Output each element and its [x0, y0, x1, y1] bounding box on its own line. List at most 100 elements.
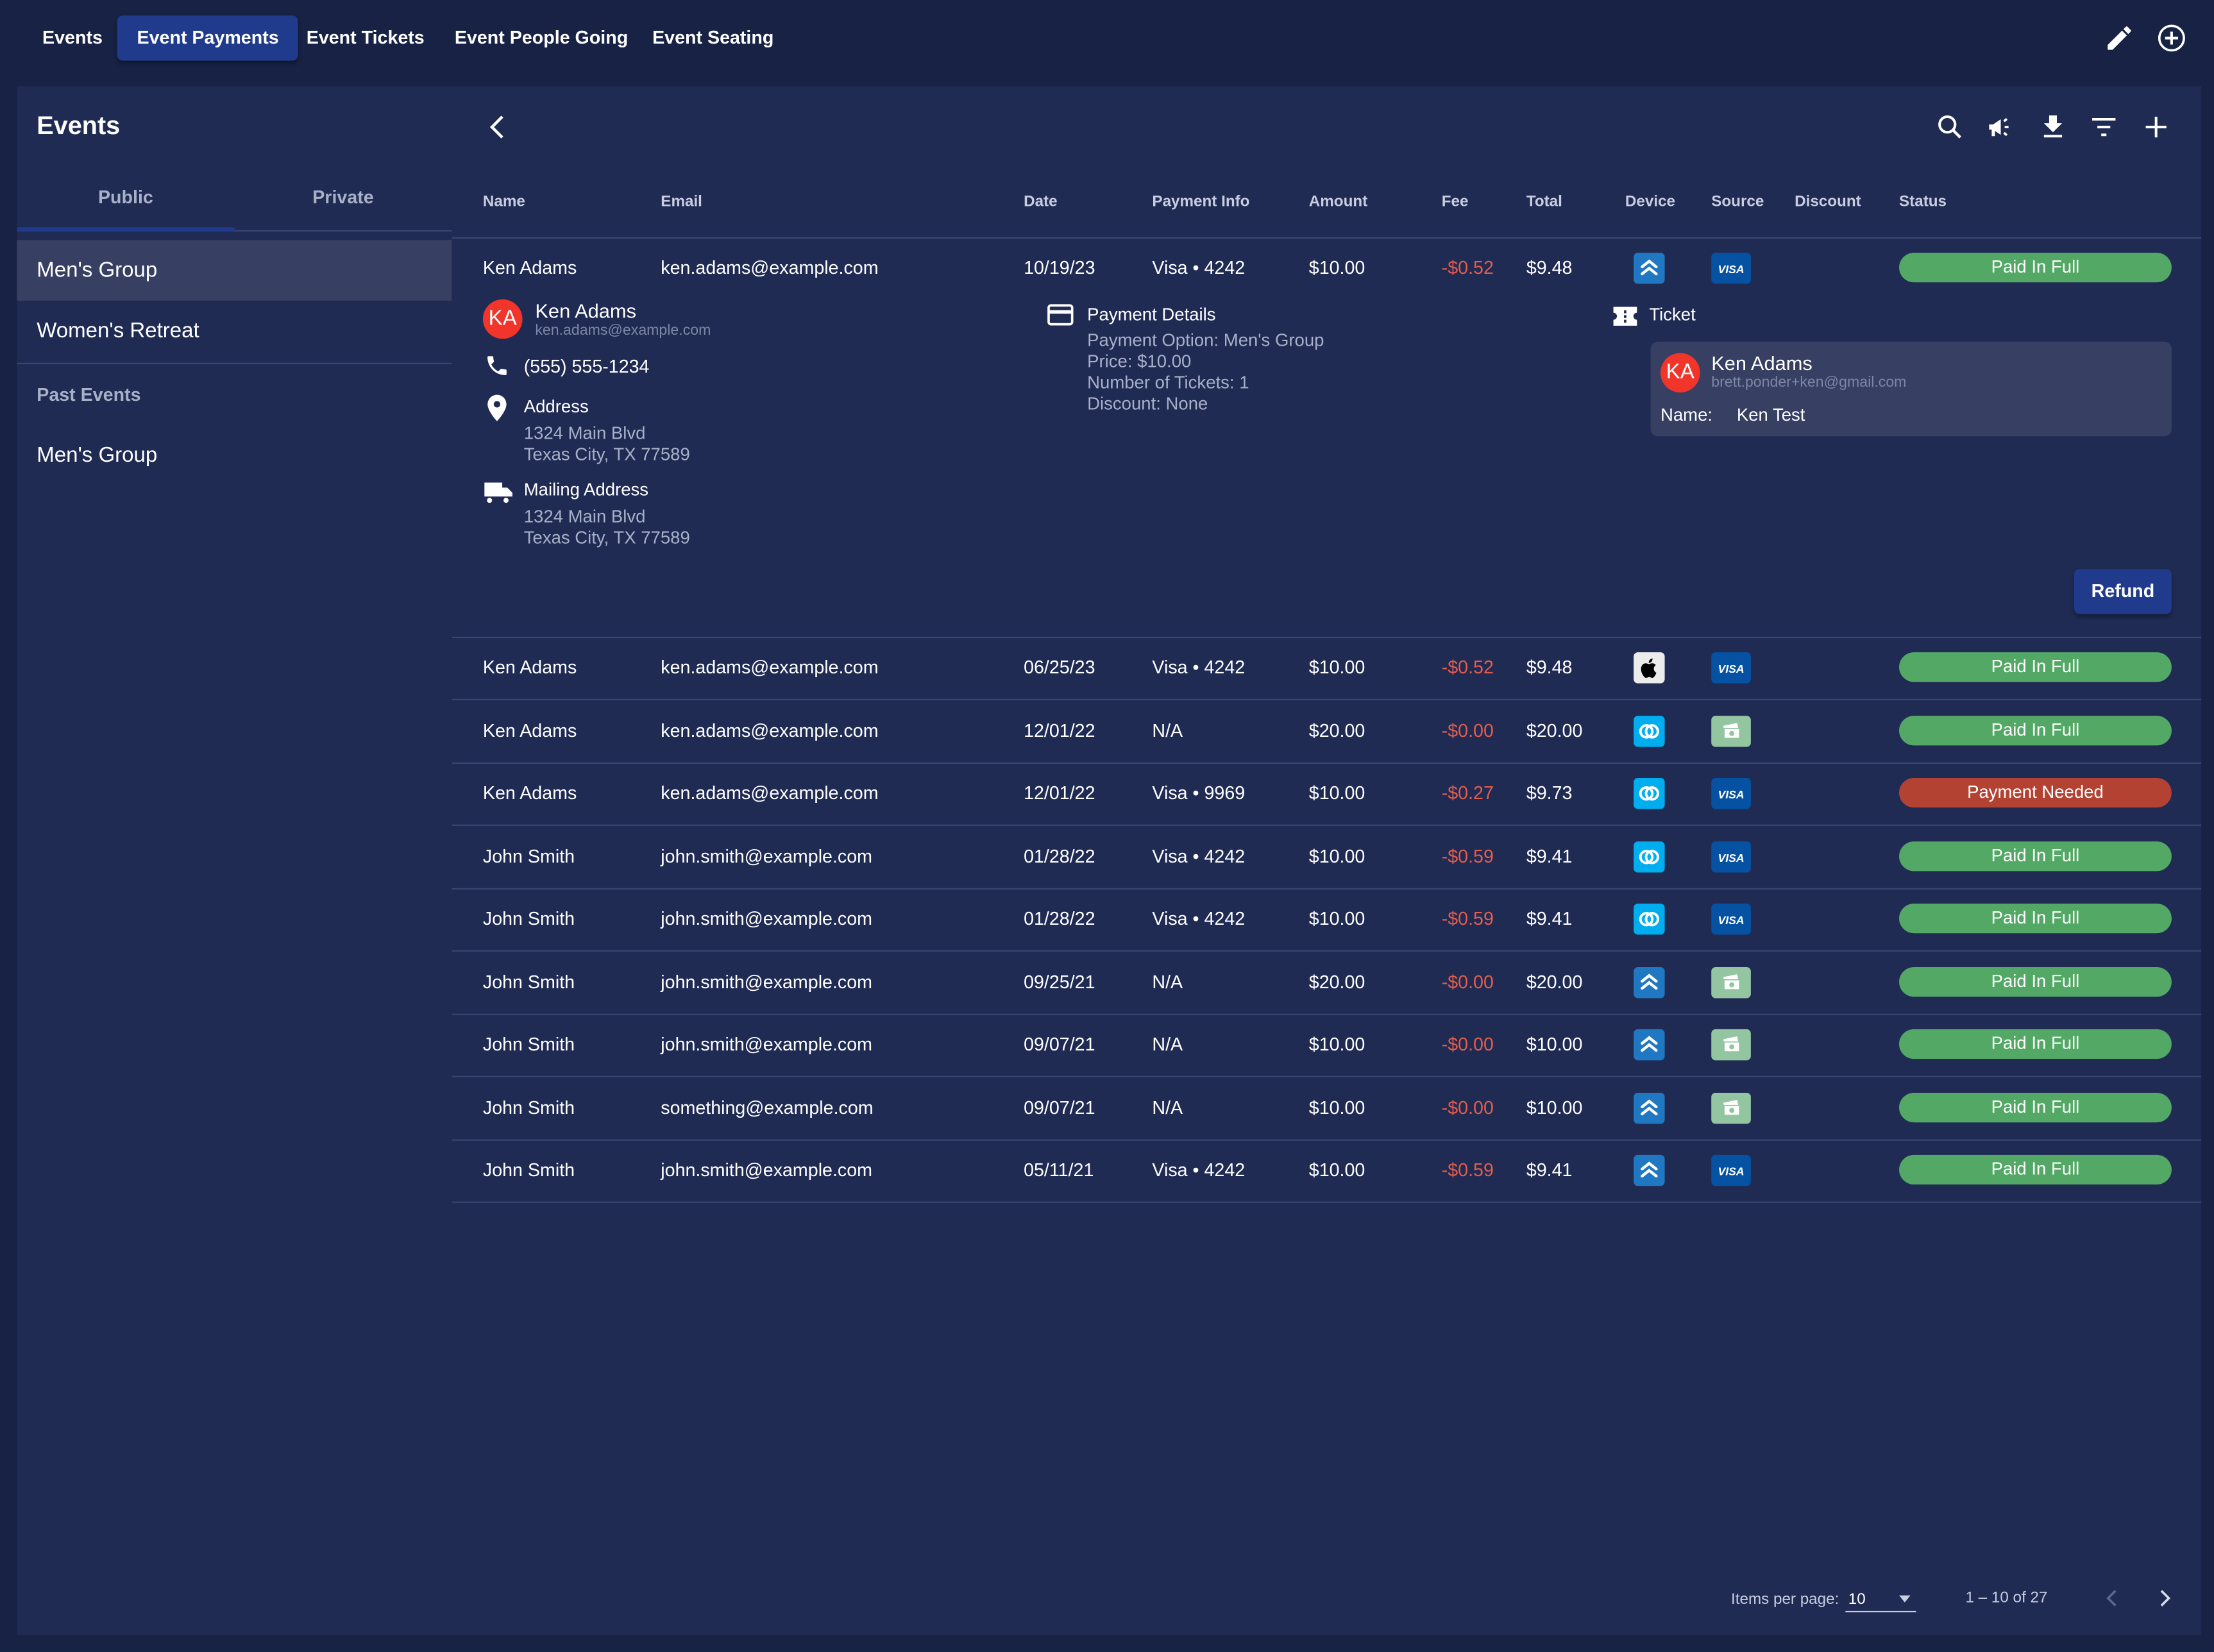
table-row[interactable]: John Smith john.smith@example.com 01/28/22…	[452, 826, 2202, 889]
add-circle-icon[interactable]	[2156, 22, 2187, 53]
cell-email: something@example.com	[661, 1097, 874, 1118]
table-row[interactable]: John Smith john.smith@example.com 05/11/21…	[452, 1140, 2202, 1203]
app-root: Events Event Payments Event Tickets Even…	[0, 0, 2214, 1652]
cell-fee: -$0.00	[1441, 971, 1494, 993]
column-device[interactable]: Device	[1625, 194, 1675, 210]
subtab-public[interactable]: Public	[17, 171, 235, 232]
status-badge: Paid In Full	[1899, 1154, 2172, 1185]
cell-payment-info: N/A	[1152, 720, 1183, 741]
payment-detail-discount: Discount: None	[1087, 394, 1208, 414]
column-email[interactable]: Email	[661, 194, 702, 210]
avatar: KA	[482, 299, 523, 339]
address-label: Address	[523, 396, 589, 417]
credit-card-icon	[1046, 302, 1074, 328]
column-amount[interactable]: Amount	[1309, 194, 1367, 210]
previous-page-icon[interactable]	[2100, 1585, 2125, 1611]
column-discount[interactable]: Discount	[1795, 194, 1861, 210]
cell-payment-info: Visa • 4242	[1152, 845, 1246, 867]
mailing-line2: Texas City, TX 77589	[523, 528, 690, 548]
cell-total: $10.00	[1526, 1097, 1583, 1118]
tab-event-people-going[interactable]: Event People Going	[435, 15, 648, 60]
sidebar-item-womens-retreat[interactable]: Women's Retreat	[17, 301, 452, 362]
ticket-name-value: Ken Test	[1736, 405, 1805, 425]
cell-date: 09/07/21	[1024, 1097, 1095, 1118]
next-page-icon[interactable]	[2152, 1585, 2177, 1611]
device-rings-icon	[1634, 903, 1665, 935]
mailing-line1: 1324 Main Blvd	[523, 507, 646, 527]
cell-name: John Smith	[482, 1159, 575, 1181]
table-row[interactable]: Ken Adams ken.adams@example.com 12/01/22 Vi…	[452, 763, 2202, 826]
truck-icon	[483, 480, 514, 506]
tab-event-payments[interactable]: Event Payments	[117, 15, 299, 61]
customer-phone[interactable]: (555) 555-1234	[524, 356, 650, 377]
subtab-private[interactable]: Private	[234, 171, 452, 227]
status-badge: Payment Needed	[1899, 778, 2172, 808]
cell-email: john.smith@example.com	[661, 1159, 873, 1181]
cell-payment-info: Visa • 4242	[1152, 1159, 1246, 1181]
pencil-icon[interactable]	[2104, 22, 2134, 53]
cell-date: 09/07/21	[1024, 1033, 1095, 1055]
table-row[interactable]: John Smith john.smith@example.com 09/25/21…	[452, 952, 2202, 1015]
cell-date: 01/28/22	[1024, 907, 1095, 929]
back-arrow-icon[interactable]	[483, 112, 514, 142]
expanded-row-details: KA Ken Adams ken.adams@example.com (555)…	[452, 237, 2202, 639]
device-web-icon	[1634, 1154, 1665, 1186]
column-source[interactable]: Source	[1711, 194, 1764, 210]
cell-name: John Smith	[482, 1033, 575, 1055]
cell-date: 01/28/22	[1024, 845, 1095, 867]
sidebar-divider	[17, 362, 452, 364]
cell-total: $9.73	[1526, 782, 1573, 804]
cell-email: ken.adams@example.com	[661, 782, 879, 804]
sidebar-title: Events	[37, 111, 121, 140]
items-per-page-select[interactable]: 10	[1845, 1583, 1916, 1613]
cell-total: $20.00	[1526, 720, 1583, 741]
page-range: 1 – 10 of 27	[1965, 1589, 2048, 1607]
tab-event-seating[interactable]: Event Seating	[632, 15, 793, 60]
cell-name: John Smith	[482, 907, 575, 929]
phone-icon	[484, 353, 510, 378]
sidebar-item-past-mens-group[interactable]: Men's Group	[17, 425, 452, 486]
device-rings-icon	[1634, 841, 1665, 873]
column-payment-info[interactable]: Payment Info	[1152, 194, 1249, 210]
cell-fee: -$0.00	[1441, 1097, 1494, 1118]
campaign-icon[interactable]	[1985, 112, 2016, 142]
table-row[interactable]: Ken Adams ken.adams@example.com 06/25/23 Vi…	[452, 637, 2202, 700]
filter-icon[interactable]	[2088, 112, 2119, 142]
cell-total: $20.00	[1526, 971, 1583, 993]
svg-text:VISA: VISA	[1718, 1165, 1744, 1178]
status-badge: Paid In Full	[1899, 1092, 2172, 1123]
source-visa-icon: VISA	[1711, 841, 1751, 873]
search-icon[interactable]	[1934, 112, 1965, 142]
tab-events[interactable]: Events	[22, 15, 123, 60]
cell-payment-info: Visa • 9969	[1152, 782, 1246, 804]
table-row[interactable]: John Smith john.smith@example.com 09/07/21…	[452, 1014, 2202, 1077]
refund-button[interactable]: Refund	[2074, 569, 2172, 614]
device-web-icon	[1634, 967, 1665, 999]
payments-panel: Name Email Date Payment Info Amount Fee …	[452, 86, 2202, 1635]
status-badge: Paid In Full	[1899, 967, 2172, 997]
table-row[interactable]: John Smith john.smith@example.com 01/28/22…	[452, 888, 2202, 952]
column-name[interactable]: Name	[483, 194, 525, 210]
cell-fee: -$0.59	[1441, 1159, 1494, 1181]
cell-fee: -$0.59	[1441, 907, 1494, 929]
cell-name: Ken Adams	[482, 720, 577, 741]
column-status[interactable]: Status	[1899, 194, 1947, 210]
column-date[interactable]: Date	[1024, 194, 1057, 210]
download-icon[interactable]	[2038, 112, 2068, 142]
column-fee[interactable]: Fee	[1442, 194, 1469, 210]
status-badge: Paid In Full	[1899, 903, 2172, 934]
table-row[interactable]: John Smith something@example.com 09/07/21 N…	[452, 1077, 2202, 1141]
sidebar-item-mens-group[interactable]: Men's Group	[17, 240, 452, 301]
add-icon[interactable]	[2140, 112, 2171, 142]
table-row[interactable]: Ken Adams ken.adams@example.com 12/01/22 N/…	[452, 700, 2202, 764]
cell-email: john.smith@example.com	[661, 907, 873, 929]
device-web-icon	[1634, 1092, 1665, 1124]
cell-payment-info: N/A	[1152, 971, 1183, 993]
tab-event-tickets[interactable]: Event Tickets	[287, 15, 444, 60]
cell-email: john.smith@example.com	[661, 1033, 873, 1055]
svg-text:VISA: VISA	[1718, 662, 1744, 675]
source-visa-icon: VISA	[1711, 1154, 1751, 1186]
cell-name: Ken Adams	[482, 656, 577, 678]
cell-amount: $10.00	[1308, 1159, 1365, 1181]
column-total[interactable]: Total	[1526, 194, 1562, 210]
